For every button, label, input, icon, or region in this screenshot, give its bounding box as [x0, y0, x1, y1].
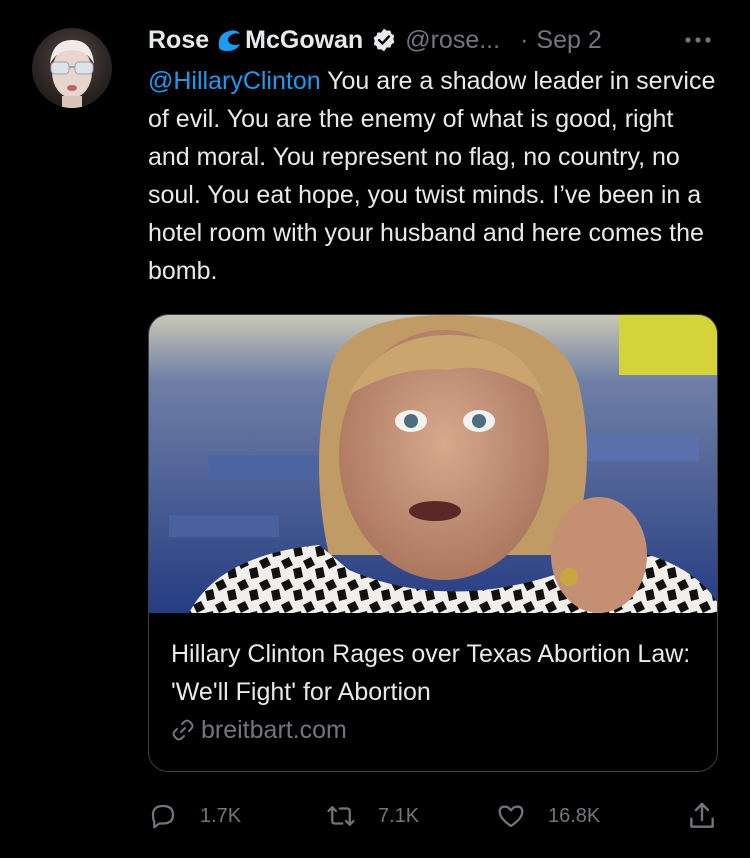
tweet-date[interactable]: Sep 2 [536, 26, 601, 55]
reply-icon [151, 804, 175, 829]
reply-button[interactable]: 1.7K [148, 796, 241, 836]
mention-link[interactable]: @HillaryClinton [148, 67, 321, 95]
share-icon[interactable] [686, 800, 718, 832]
tweet-body: You are a shadow leader in service of ev… [148, 67, 716, 285]
card-image[interactable] [149, 315, 717, 613]
card-domain[interactable]: breitbart.com [171, 713, 347, 747]
like-button[interactable]: 16.8K [496, 796, 600, 836]
card-domain-text: breitbart.com [201, 715, 347, 744]
header-separator: · [520, 25, 529, 54]
link-icon [172, 719, 194, 741]
like-count: 16.8K [548, 804, 601, 827]
author-first-name[interactable]: Rose [148, 26, 209, 55]
tweet-text: @HillaryClinton You are a shadow leader … [148, 62, 718, 290]
reply-count: 1.7K [200, 804, 242, 827]
like-icon [498, 805, 524, 828]
retweet-count: 7.1K [378, 804, 420, 827]
tweet-header: Rose McGowan @rose... · Sep 2 [148, 22, 602, 58]
more-icon[interactable] [680, 30, 716, 50]
retweet-icon [327, 806, 355, 826]
wave-icon [215, 26, 243, 54]
card-title[interactable]: Hillary Clinton Rages over Texas Abortio… [171, 635, 701, 711]
action-bar: 1.7K 7.1K 16.8K [148, 796, 718, 836]
avatar[interactable] [32, 28, 112, 108]
verified-icon [371, 27, 397, 53]
retweet-button[interactable]: 7.1K [326, 796, 419, 836]
author-handle[interactable]: @rose... [405, 26, 500, 55]
tweet[interactable]: Rose McGowan @rose... · Sep 2 @HillaryCl… [0, 0, 750, 858]
author-last-name[interactable]: McGowan [245, 26, 363, 55]
link-card[interactable]: Hillary Clinton Rages over Texas Abortio… [148, 314, 718, 772]
